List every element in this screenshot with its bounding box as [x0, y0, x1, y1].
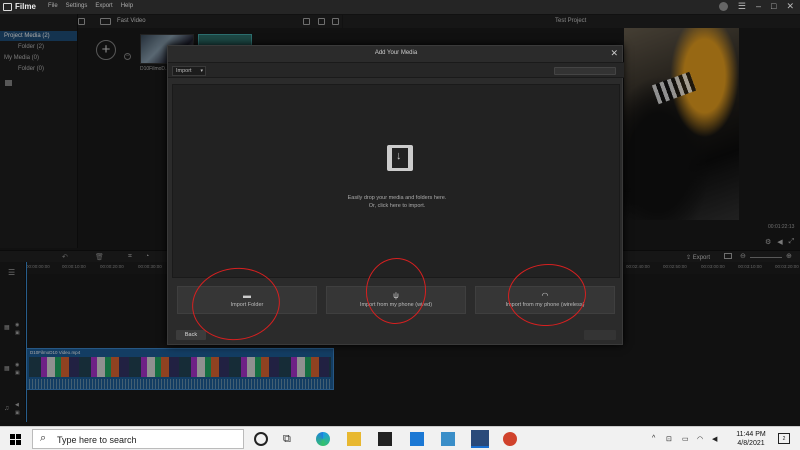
maximize-icon[interactable]: □ — [771, 1, 776, 12]
minimize-icon[interactable]: – — [756, 1, 761, 12]
photos-icon[interactable] — [441, 432, 455, 446]
close-window-icon[interactable]: ✕ — [786, 1, 794, 12]
cortana-icon[interactable] — [254, 432, 268, 446]
wifi-tray-icon[interactable]: ◠ — [697, 435, 703, 443]
mail-icon[interactable] — [410, 432, 424, 446]
dialog-title: Add Your Media — [374, 50, 418, 56]
dialog-close-icon[interactable]: ✕ — [610, 48, 618, 59]
taskbar-clock[interactable]: 11:44 PM 4/8/2021 — [730, 430, 772, 448]
windows-taskbar: ⌕ Type here to search ⧉ ^ ⊡ ▭ ◠ ◀ 11:44 … — [0, 426, 800, 450]
import-dropdown[interactable]: Import ▾ — [172, 66, 206, 76]
menu-export[interactable]: Export — [95, 3, 112, 9]
dialog-header: Import ▾ — [168, 62, 624, 78]
drop-hint-line2: Or, click here to import. — [368, 203, 426, 209]
drop-zone[interactable]: ↓ Easily drop your media and folders her… — [172, 84, 620, 278]
chevron-down-icon: ▾ — [200, 68, 203, 74]
menu-icon[interactable]: ☰ — [738, 1, 746, 12]
filme-taskbar-icon[interactable] — [471, 430, 489, 448]
menu-file[interactable]: File — [48, 3, 58, 9]
drop-hint-line1: Easily drop your media and folders here. — [347, 195, 447, 201]
battery-icon[interactable]: ▭ — [682, 435, 689, 443]
back-button[interactable]: Back — [176, 330, 206, 340]
network-icon[interactable]: ⊡ — [666, 435, 672, 443]
chevron-up-icon[interactable]: ^ — [652, 435, 655, 442]
search-icon: ⌕ — [40, 432, 47, 444]
menu-settings[interactable]: Settings — [66, 3, 88, 9]
store-icon[interactable] — [378, 432, 392, 446]
menu-help[interactable]: Help — [121, 3, 133, 9]
start-button-icon[interactable] — [10, 434, 21, 445]
app-name: Filme — [15, 2, 36, 11]
speaker-icon[interactable]: ◀ — [712, 435, 717, 443]
import-button[interactable] — [584, 330, 616, 340]
app-logo-icon — [3, 3, 12, 11]
edge-icon[interactable] — [316, 432, 330, 446]
app-icon[interactable] — [503, 432, 517, 446]
task-view-icon[interactable]: ⧉ — [283, 432, 297, 446]
window-controls: ☰ – □ ✕ — [738, 1, 794, 12]
title-bar: Filme File Settings Export Help ☰ – □ ✕ — [0, 0, 800, 14]
menu-bar: File Settings Export Help — [48, 3, 133, 9]
dialog-search-input[interactable] — [554, 67, 616, 75]
taskbar-search[interactable]: ⌕ Type here to search — [32, 429, 244, 449]
file-explorer-icon[interactable] — [347, 432, 361, 446]
notification-icon[interactable]: 2 — [778, 433, 790, 444]
user-avatar-icon[interactable] — [719, 2, 728, 11]
film-import-icon: ↓ — [387, 145, 413, 171]
